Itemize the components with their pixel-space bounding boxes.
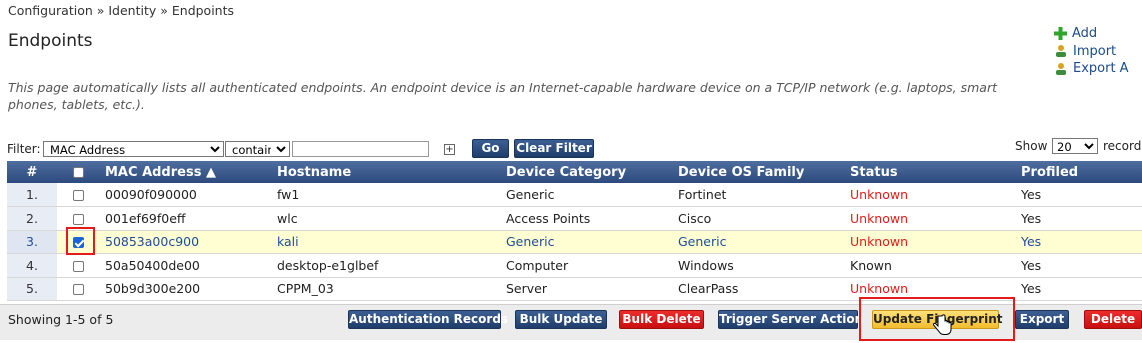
- import-link[interactable]: Import: [1054, 43, 1129, 61]
- checkbox-highlight: [66, 227, 95, 255]
- device-category-cell: Generic: [506, 234, 555, 250]
- device-category-cell: Computer: [506, 257, 569, 273]
- device-os-cell: Windows: [678, 257, 734, 273]
- row-number: 3.: [7, 230, 57, 254]
- col-mac-header[interactable]: MAC Address ▲: [100, 161, 272, 183]
- col-os-header[interactable]: Device OS Family: [673, 161, 845, 183]
- col-hostname-header[interactable]: Hostname: [272, 161, 501, 183]
- table-row[interactable]: 2. 001ef69f0eff wlc Access Points Cisco Unkno…: [7, 206, 1142, 230]
- hand-cursor-icon: [932, 314, 952, 335]
- row-checkbox-cell: [57, 254, 100, 278]
- col-profiled-header[interactable]: Profiled: [1016, 161, 1142, 183]
- endpoints-table: # MAC Address ▲ Hostname Device Category…: [7, 161, 1142, 301]
- add-filter-icon[interactable]: +: [444, 144, 455, 155]
- mac-address-cell: 50b9d300e200: [105, 281, 201, 297]
- status-cell: Unknown: [850, 187, 909, 202]
- filter-operator-select[interactable]: contains: [225, 141, 290, 157]
- filter-value-input[interactable]: [292, 141, 429, 157]
- device-os-cell: ClearPass: [678, 281, 739, 297]
- hostname-cell: kali: [277, 234, 299, 250]
- plus-icon: [1054, 27, 1067, 41]
- profiled-cell: Yes: [1021, 187, 1042, 202]
- row-select-checkbox[interactable]: [73, 260, 84, 272]
- row-checkbox-cell: [57, 277, 100, 301]
- export-user-icon: [1056, 62, 1066, 75]
- row-select-checkbox[interactable]: [73, 213, 84, 225]
- add-link[interactable]: Add: [1054, 25, 1129, 43]
- hostname-cell: fw1: [277, 187, 300, 202]
- go-button[interactable]: Go: [472, 139, 509, 158]
- row-checkbox-cell: [57, 183, 100, 207]
- device-os-cell: Fortinet: [678, 187, 727, 202]
- showing-count: Showing 1-5 of 5: [8, 312, 114, 327]
- table-row[interactable]: 4. 50a50400de00 desktop-e1glbef Computer Win…: [7, 253, 1142, 278]
- authentication-records-button[interactable]: Authentication Records: [348, 310, 508, 329]
- page-actions: Add Import Export A: [1054, 25, 1129, 78]
- row-number: 4.: [7, 253, 57, 277]
- page-description: This page automatically lists all authen…: [8, 80, 998, 112]
- profiled-cell: Yes: [1021, 281, 1042, 297]
- breadcrumb: Configuration » Identity » Endpoints: [8, 3, 235, 18]
- export-all-link[interactable]: Export A: [1054, 60, 1129, 78]
- trigger-server-action-button[interactable]: Trigger Server Action: [718, 310, 863, 329]
- records-label: records: [1103, 139, 1142, 153]
- mac-address-cell: 50853a00c900: [105, 234, 200, 250]
- row-number: 5.: [7, 277, 57, 301]
- mac-address-cell: 00090f090000: [105, 187, 197, 202]
- import-label: Import: [1073, 43, 1117, 59]
- import-user-icon: [1056, 45, 1066, 58]
- mac-address-cell: 001ef69f0eff: [105, 210, 186, 226]
- select-all-checkbox[interactable]: [73, 166, 84, 178]
- hostname-cell: CPPM_03: [277, 281, 334, 297]
- profiled-cell: Yes: [1021, 210, 1042, 226]
- row-number: 1.: [7, 183, 57, 207]
- device-os-cell: Generic: [678, 234, 727, 250]
- bulk-update-button[interactable]: Bulk Update: [515, 310, 607, 329]
- filter-field-select[interactable]: MAC Address: [43, 141, 224, 157]
- device-category-cell: Server: [506, 281, 547, 297]
- row-select-checkbox[interactable]: [73, 190, 84, 201]
- filter-label: Filter:: [7, 142, 41, 156]
- status-cell: Unknown: [850, 234, 909, 250]
- col-category-header[interactable]: Device Category: [501, 161, 673, 183]
- col-number-header: #: [26, 164, 38, 180]
- profiled-cell: Yes: [1021, 234, 1042, 250]
- add-label: Add: [1072, 26, 1098, 42]
- hostname-cell: wlc: [277, 210, 298, 226]
- col-select-all-header: [57, 161, 100, 183]
- page-title: Endpoints: [8, 31, 93, 51]
- table-row[interactable]: 3. 50853a00c900 kali Generic Generic Unknown Y…: [7, 230, 1142, 254]
- table-header-row: # MAC Address ▲ Hostname Device Category…: [7, 161, 1142, 183]
- bulk-delete-button[interactable]: Bulk Delete: [619, 310, 704, 329]
- mac-address-cell: 50a50400de00: [105, 257, 200, 273]
- delete-button[interactable]: Delete: [1084, 310, 1142, 329]
- row-select-checkbox[interactable]: [73, 284, 84, 296]
- status-cell: Known: [850, 257, 892, 273]
- table-row[interactable]: 1. 00090f090000 fw1 Generic Fortinet Unknown Y…: [7, 183, 1142, 207]
- row-number: 2.: [7, 206, 57, 230]
- device-os-cell: Cisco: [678, 210, 712, 226]
- export-all-label: Export A: [1073, 61, 1129, 77]
- profiled-cell: Yes: [1021, 257, 1042, 273]
- hostname-cell: desktop-e1glbef: [277, 257, 379, 273]
- page-size-select[interactable]: 20: [1052, 138, 1098, 154]
- col-status-header[interactable]: Status: [845, 161, 1016, 183]
- show-label: Show: [1015, 139, 1048, 153]
- status-cell: Unknown: [850, 210, 909, 226]
- device-category-cell: Generic: [506, 187, 555, 202]
- export-button[interactable]: Export: [1015, 310, 1069, 329]
- device-category-cell: Access Points: [506, 210, 591, 226]
